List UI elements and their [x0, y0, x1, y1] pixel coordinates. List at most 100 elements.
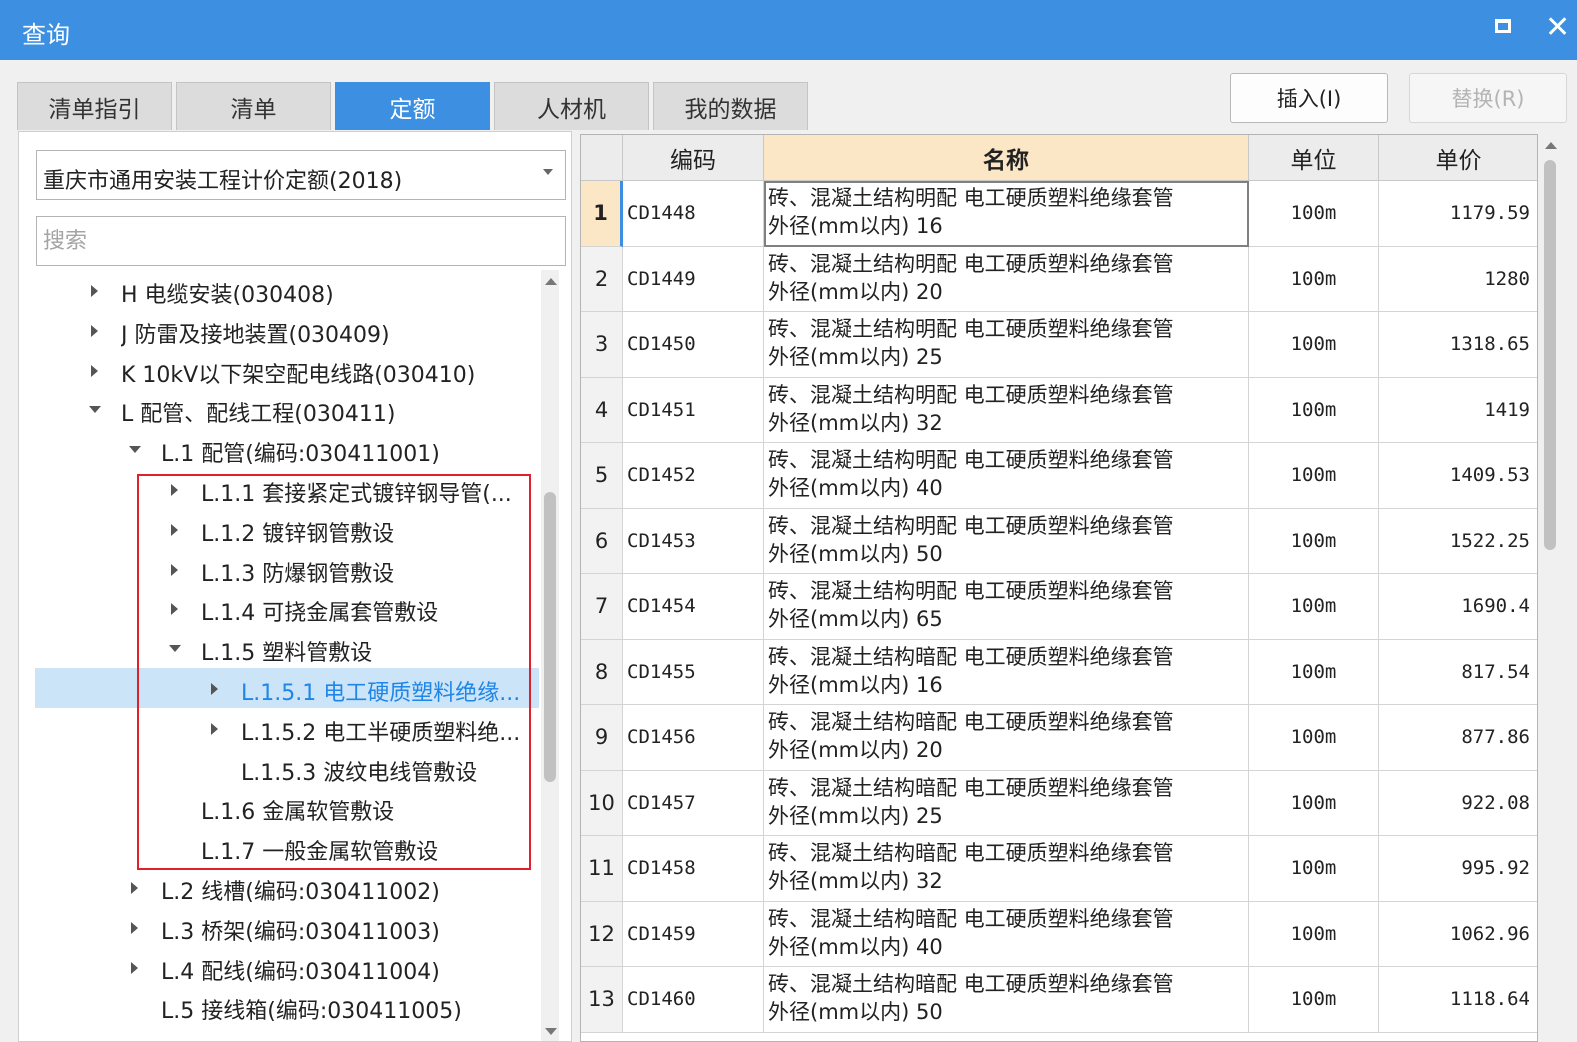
cell-price[interactable]: 1690.4 [1379, 574, 1537, 640]
row-number[interactable]: 4 [581, 377, 623, 443]
cell-code[interactable]: CD1456 [623, 705, 764, 771]
cell-unit[interactable]: 100m [1249, 574, 1379, 640]
cell-name[interactable]: 砖、混凝土结构明配 电工硬质塑料绝缘套管 外径(mm以内) 16 [764, 181, 1249, 247]
header-price[interactable]: 单价 [1379, 135, 1537, 181]
row-number[interactable]: 7 [581, 574, 623, 640]
cell-price[interactable]: 1118.64 [1379, 967, 1537, 1033]
cell-name[interactable]: 砖、混凝土结构明配 电工硬质塑料绝缘套管 外径(mm以内) 25 [764, 312, 1249, 378]
expand-arrow-icon[interactable] [91, 364, 98, 377]
cell-name[interactable]: 砖、混凝土结构明配 电工硬质塑料绝缘套管 外径(mm以内) 65 [764, 574, 1249, 640]
tab-quota[interactable]: 定额 [335, 82, 490, 130]
cell-unit[interactable]: 100m [1249, 312, 1379, 378]
row-number[interactable]: 3 [581, 312, 623, 378]
tree-node[interactable]: L.1.6 金属软管敷设 [19, 787, 539, 827]
cell-code[interactable]: CD1458 [623, 836, 764, 902]
cell-name[interactable]: 砖、混凝土结构明配 电工硬质塑料绝缘套管 外径(mm以内) 40 [764, 443, 1249, 509]
table-row[interactable]: 13 CD1460 砖、混凝土结构暗配 电工硬质塑料绝缘套管 外径(mm以内) 50… [581, 967, 1537, 1033]
tree-node[interactable]: L.4 配线(编码:030411004) [19, 947, 539, 987]
tree-node[interactable]: J 防雷及接地装置(030409) [19, 310, 539, 350]
table-row[interactable]: 2 CD1449 砖、混凝土结构明配 电工硬质塑料绝缘套管 外径(mm以内) 20 1… [581, 246, 1537, 312]
tree-node[interactable]: L.1.7 一般金属软管敷设 [19, 827, 539, 867]
collapse-arrow-icon[interactable] [89, 406, 101, 414]
header-code[interactable]: 编码 [623, 135, 764, 181]
cell-price[interactable]: 1280 [1379, 247, 1537, 312]
scrollbar-thumb[interactable] [544, 492, 556, 782]
expand-arrow-icon[interactable] [211, 722, 218, 735]
search-input[interactable] [36, 216, 566, 266]
cell-unit[interactable]: 100m [1249, 639, 1379, 705]
scroll-up-icon[interactable] [545, 278, 557, 285]
row-number[interactable]: 12 [581, 901, 623, 967]
cell-name[interactable]: 砖、混凝土结构暗配 电工硬质塑料绝缘套管 外径(mm以内) 40 [764, 901, 1249, 967]
tree-scrollbar[interactable] [541, 270, 559, 1041]
row-number[interactable]: 10 [581, 770, 623, 836]
expand-arrow-icon[interactable] [131, 961, 138, 974]
cell-price[interactable]: 877.86 [1379, 705, 1537, 771]
cell-price[interactable]: 1409.53 [1379, 443, 1537, 509]
tab-bill[interactable]: 清单 [176, 82, 331, 130]
cell-code[interactable]: CD1452 [623, 443, 764, 509]
tree-node[interactable]: L.3 桥架(编码:030411003) [19, 907, 539, 947]
cell-code[interactable]: CD1451 [623, 377, 764, 443]
cell-name[interactable]: 砖、混凝土结构明配 电工硬质塑料绝缘套管 外径(mm以内) 32 [764, 377, 1249, 443]
cell-price[interactable]: 995.92 [1379, 836, 1537, 902]
cell-code[interactable]: CD1449 [623, 246, 764, 312]
tab-labor-material-machine[interactable]: 人材机 [494, 82, 649, 130]
header-name[interactable]: 名称 [764, 135, 1249, 181]
scroll-up-icon[interactable] [1545, 142, 1557, 149]
row-number[interactable]: 1 [581, 181, 623, 247]
expand-arrow-icon[interactable] [131, 882, 138, 894]
tree-node[interactable]: L.1.3 防爆钢管敷设 [19, 549, 539, 589]
cell-code[interactable]: CD1448 [623, 181, 764, 247]
tree-node[interactable]: L.1.5.1 电工硬质塑料绝缘... [35, 668, 539, 708]
tree-node[interactable]: L.1.5.2 电工半硬质塑料绝... [19, 708, 539, 748]
table-row[interactable]: 7 CD1454 砖、混凝土结构明配 电工硬质塑料绝缘套管 外径(mm以内) 65 1… [581, 574, 1537, 640]
cell-price[interactable]: 1419 [1379, 378, 1537, 443]
cell-name[interactable]: 砖、混凝土结构明配 电工硬质塑料绝缘套管 外径(mm以内) 20 [764, 246, 1249, 312]
expand-arrow-icon[interactable] [91, 324, 98, 337]
row-number[interactable]: 6 [581, 508, 623, 574]
cell-code[interactable]: CD1460 [623, 967, 764, 1033]
row-number[interactable]: 9 [581, 705, 623, 771]
cell-unit[interactable]: 100m [1249, 901, 1379, 967]
header-unit[interactable]: 单位 [1249, 135, 1379, 181]
table-row[interactable]: 4 CD1451 砖、混凝土结构明配 电工硬质塑料绝缘套管 外径(mm以内) 32 1… [581, 377, 1537, 443]
scroll-down-icon[interactable] [545, 1028, 557, 1035]
cell-code[interactable]: CD1457 [623, 770, 764, 836]
cell-code[interactable]: CD1455 [623, 639, 764, 705]
table-row[interactable]: 9 CD1456 砖、混凝土结构暗配 电工硬质塑料绝缘套管 外径(mm以内) 20 1… [581, 705, 1537, 771]
table-scrollbar[interactable] [1541, 134, 1559, 1042]
cell-unit[interactable]: 100m [1249, 705, 1379, 771]
tree-node[interactable]: L.5 接线箱(编码:030411005) [19, 986, 539, 1026]
tree-node[interactable]: L.1 配管(编码:030411001) [19, 429, 539, 469]
cell-unit[interactable]: 100m [1249, 181, 1379, 247]
cell-price[interactable]: 1179.59 [1379, 181, 1537, 247]
tab-bill-guide[interactable]: 清单指引 [17, 82, 172, 130]
cell-unit[interactable]: 100m [1249, 967, 1379, 1033]
insert-button[interactable]: 插入(I) [1230, 73, 1388, 123]
cell-name[interactable]: 砖、混凝土结构暗配 电工硬质塑料绝缘套管 外径(mm以内) 50 [764, 967, 1249, 1033]
cell-unit[interactable]: 100m [1249, 443, 1379, 509]
tree-node[interactable]: K 10kV以下架空配电线路(030410) [19, 350, 539, 390]
expand-arrow-icon[interactable] [171, 603, 178, 616]
row-number[interactable]: 11 [581, 836, 623, 902]
cell-code[interactable]: CD1459 [623, 901, 764, 967]
tree-node[interactable]: L.1.2 镀锌钢管敷设 [19, 509, 539, 549]
row-number[interactable]: 13 [581, 967, 623, 1033]
table-row[interactable]: 12 CD1459 砖、混凝土结构暗配 电工硬质塑料绝缘套管 外径(mm以内) 40… [581, 901, 1537, 967]
expand-arrow-icon[interactable] [211, 683, 218, 695]
collapse-arrow-icon[interactable] [129, 446, 141, 454]
cell-price[interactable]: 1318.65 [1379, 312, 1537, 378]
table-row[interactable]: 3 CD1450 砖、混凝土结构明配 电工硬质塑料绝缘套管 外径(mm以内) 25 1… [581, 312, 1537, 378]
cell-name[interactable]: 砖、混凝土结构暗配 电工硬质塑料绝缘套管 外径(mm以内) 16 [764, 639, 1249, 705]
table-row[interactable]: 10 CD1457 砖、混凝土结构暗配 电工硬质塑料绝缘套管 外径(mm以内) 25… [581, 770, 1537, 836]
cell-code[interactable]: CD1450 [623, 312, 764, 378]
row-number[interactable]: 5 [581, 443, 623, 509]
scrollbar-thumb[interactable] [1544, 160, 1556, 550]
cell-unit[interactable]: 100m [1249, 508, 1379, 574]
table-row[interactable]: 1 CD1448 砖、混凝土结构明配 电工硬质塑料绝缘套管 外径(mm以内) 16 1… [581, 181, 1537, 247]
cell-price[interactable]: 1062.96 [1379, 902, 1537, 967]
row-number[interactable]: 2 [581, 246, 623, 312]
tree-node[interactable]: L.1.5 塑料管敷设 [19, 628, 539, 668]
cell-price[interactable]: 922.08 [1379, 771, 1537, 836]
